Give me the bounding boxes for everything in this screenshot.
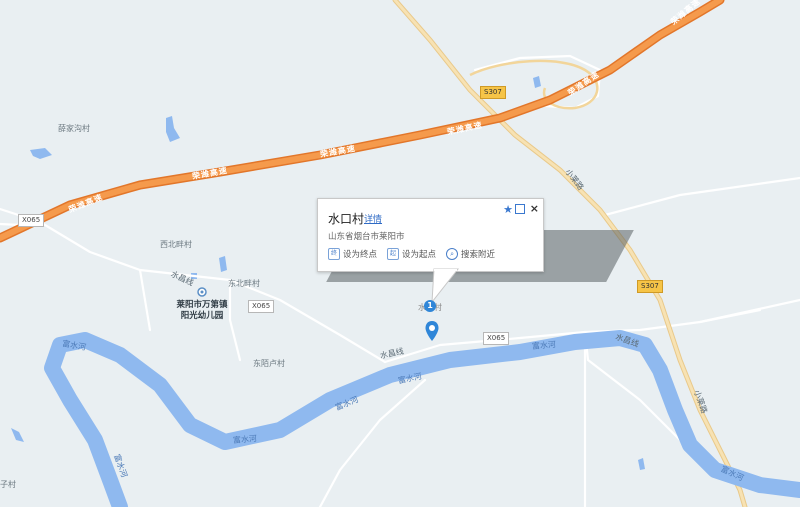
close-button[interactable]: × (530, 202, 539, 215)
detail-link[interactable]: 详情 (364, 212, 382, 225)
set-destination-label: 设为终点 (343, 250, 378, 260)
set-destination-button[interactable]: 终 设为终点 (328, 248, 377, 260)
info-window[interactable]: 水口村 详情 ★ × 山东省烟台市莱阳市 终 设为终点 起 设为起点 ⌕ 搜索附… (317, 198, 544, 272)
set-origin-label: 设为起点 (402, 250, 437, 260)
place-label-dongmiao: 东陌卢村 (253, 359, 285, 368)
star-icon[interactable]: ★ (503, 203, 513, 216)
place-label-xibeiban: 西北畔村 (160, 240, 192, 249)
road-shield-s307: S307 (637, 280, 663, 293)
place-address: 山东省烟台市莱阳市 (328, 232, 405, 242)
road-shield-x065: X065 (483, 332, 510, 345)
result-marker[interactable]: 1 (424, 300, 436, 312)
search-nearby-button[interactable]: ⌕ 搜索附近 (446, 248, 495, 260)
poi-kindergarten[interactable]: 莱阳市万第镇 阳光幼儿园 (167, 287, 237, 322)
road-shield-x065: X065 (248, 300, 275, 313)
road-shield-x065: X065 (18, 214, 45, 227)
popup-tail (431, 268, 460, 304)
place-label-zi: 子村 (0, 480, 16, 489)
share-icon[interactable] (515, 204, 525, 214)
origin-icon: 起 (387, 248, 400, 260)
search-nearby-label: 搜索附近 (461, 250, 496, 260)
poi-label-line2: 阳光幼儿园 (180, 311, 224, 321)
location-pin-icon (197, 287, 207, 297)
destination-icon: 终 (328, 248, 340, 260)
location-pin-icon[interactable] (424, 320, 440, 342)
popup-actions: 终 设为终点 起 设为起点 ⌕ 搜索附近 (328, 248, 495, 260)
search-icon: ⌕ (446, 248, 459, 260)
place-label-xuejiagou: 薛家沟村 (58, 124, 90, 133)
place-title: 水口村 (328, 212, 365, 226)
poi-label-line1: 莱阳市万第镇 (176, 300, 228, 310)
road-shield-s307: S307 (480, 86, 506, 99)
set-origin-button[interactable]: 起 设为起点 (387, 248, 436, 260)
